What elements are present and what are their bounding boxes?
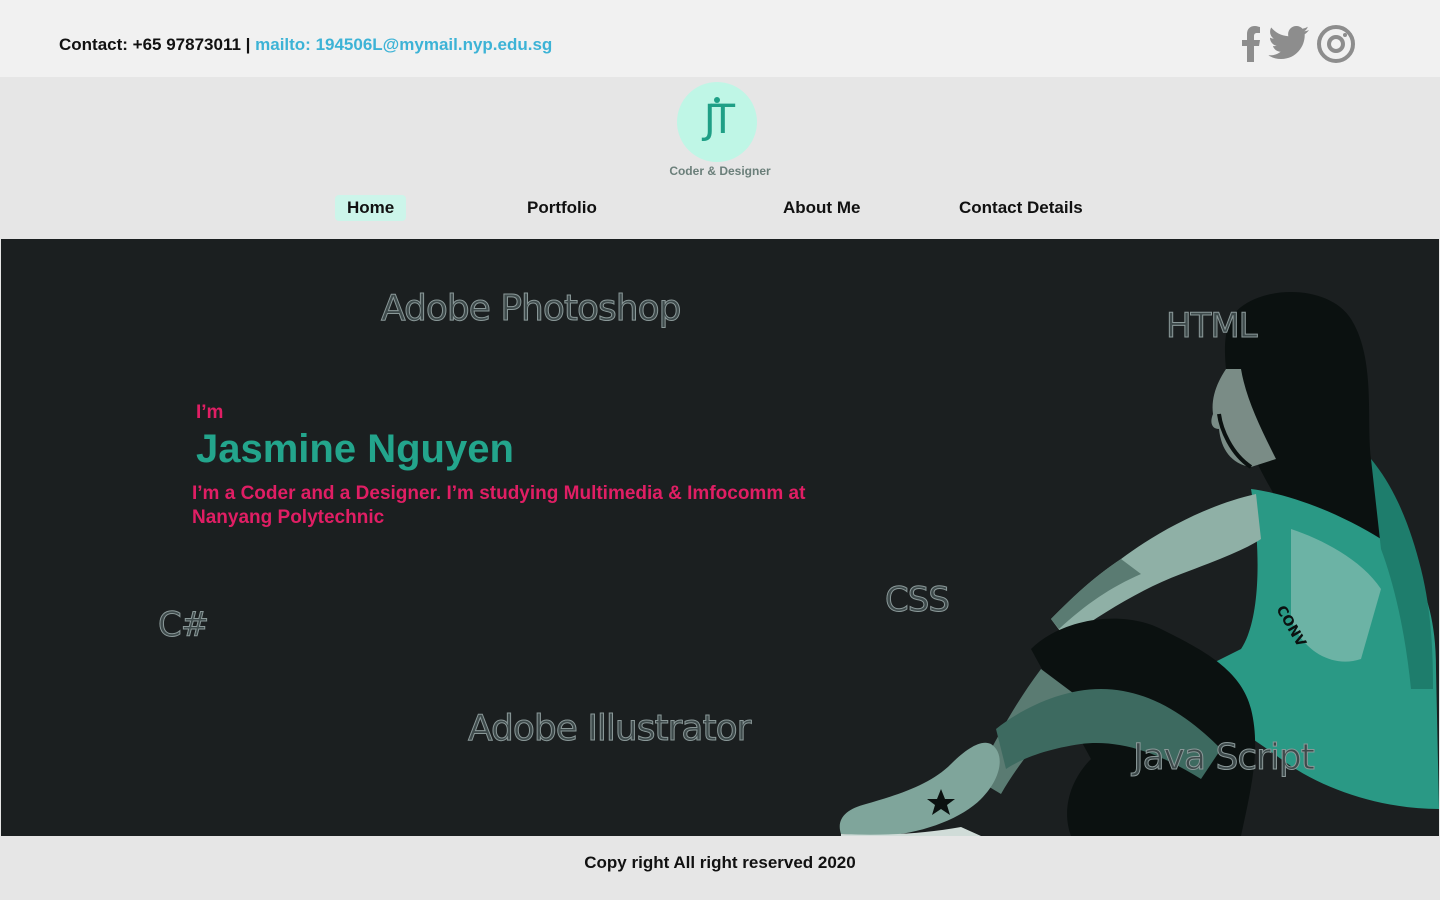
- hero-name: Jasmine Nguyen: [196, 427, 514, 471]
- hero-description: I’m a Coder and a Designer. I’m studying…: [192, 483, 806, 528]
- contact-phone: Contact: +65 97873011 |: [59, 35, 256, 54]
- skill-adobe-illustrator: Adobe Illustrator: [467, 708, 751, 750]
- hero-section: CONV Adobe Photoshop HTML C# CSS Adobe I…: [1, 239, 1439, 836]
- skill-css: CSS: [885, 580, 951, 621]
- contact-info: Contact: +65 97873011 | mailto: 194506L@…: [59, 35, 552, 55]
- logo-text: JT: [703, 97, 735, 143]
- site-header: JT Coder & Designer Home Portfolio About…: [0, 77, 1440, 239]
- facebook-icon[interactable]: [1240, 26, 1262, 62]
- nav-contact-details[interactable]: Contact Details: [947, 195, 1095, 221]
- nav-home[interactable]: Home: [335, 195, 407, 221]
- instagram-icon[interactable]: [1316, 24, 1356, 64]
- social-links: [1240, 24, 1356, 64]
- email-link[interactable]: mailto: 194506L@mymail.nyp.edu.sg: [255, 35, 552, 54]
- site-logo[interactable]: JT: [677, 82, 757, 162]
- site-footer: Copy right All right reserved 2020: [0, 836, 1440, 900]
- top-bar: Contact: +65 97873011 | mailto: 194506L@…: [0, 0, 1440, 77]
- nav-portfolio[interactable]: Portfolio: [515, 195, 609, 221]
- skill-javascript: Java Script: [1133, 737, 1316, 779]
- intro-prefix: I’m: [196, 402, 224, 423]
- skill-html: HTML: [1166, 306, 1259, 347]
- skill-csharp: C#: [157, 605, 209, 646]
- main-nav: Home Portfolio About Me Contact Details: [0, 195, 1440, 221]
- girl-illustration: CONV: [839, 291, 1439, 836]
- nav-about-me[interactable]: About Me: [771, 195, 872, 221]
- skill-adobe-photoshop: Adobe Photoshop: [380, 288, 681, 330]
- site-tagline: Coder & Designer: [669, 164, 771, 178]
- copyright-text: Copy right All right reserved 2020: [584, 853, 856, 872]
- twitter-icon[interactable]: [1268, 26, 1310, 62]
